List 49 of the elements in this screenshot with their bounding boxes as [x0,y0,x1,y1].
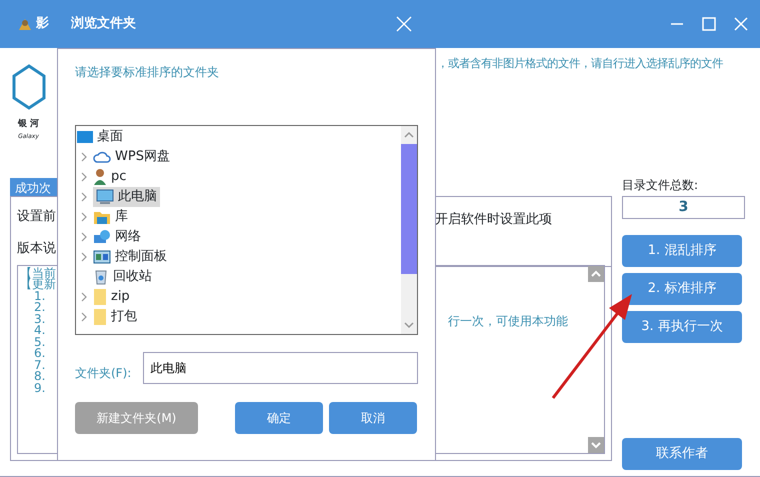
folder-icon [93,288,107,306]
version-label: 版本说 [17,240,56,258]
file-count: 3 [622,196,745,219]
tree-item[interactable]: zip [111,287,130,307]
scrollbar-thumb[interactable] [401,144,417,274]
folder-label: 文件夹(F): [75,365,132,382]
scroll-down-icon[interactable] [588,437,604,453]
tree-item[interactable]: 打包 [111,307,137,327]
folder-field[interactable]: 此电脑 [143,352,418,384]
dialog-title: 浏览文件夹 [71,14,136,34]
user-icon [93,168,107,186]
notice-text: ，或者含有非图片格式的文件，请自行进入选择乱序的文件 [437,55,723,72]
log-line: 2. [33,302,46,314]
hexagon-logo-icon [12,64,46,110]
folder-icon [93,308,107,326]
close-icon[interactable] [396,16,412,32]
log-line: 【更新 [20,279,56,290]
settings-label: 设置前 [17,208,56,226]
desktop-icon [77,130,93,144]
recycle-bin-icon [93,269,109,285]
file-count-label: 目录文件总数: [622,177,700,194]
tree-item[interactable]: 回收站 [113,267,152,287]
log-line: 1. [34,290,46,302]
network-icon [93,229,111,245]
log-line: 7. [33,360,46,371]
library-icon [93,209,111,225]
log-line: 【当前 [20,268,56,279]
log-line: 8. [33,371,46,382]
log-line: 9. [33,382,46,394]
log-line: 4. [33,325,46,336]
tree-item[interactable]: pc [111,167,126,187]
tree-item[interactable]: 控制面板 [115,247,167,267]
maximize-icon[interactable] [702,17,716,31]
tree-item[interactable]: 库 [115,207,128,227]
scroll-up-icon[interactable] [588,266,604,282]
cloud-icon [93,150,111,164]
logo-text: 银 河 [18,118,40,131]
tree-item[interactable]: WPS网盘 [115,147,170,167]
log-line: 3. [33,314,46,325]
log-text: 行一次，可使用本功能 [448,312,568,330]
log-line: 6. [33,348,46,360]
log-line: 5. [33,336,46,348]
tree-item[interactable]: 网络 [115,227,141,247]
monitor-icon [96,189,114,205]
window-title: 影 [36,15,49,34]
prompt-text: 请选择要标准排序的文件夹 [75,64,220,81]
close-icon[interactable] [734,17,748,31]
control-panel-icon [93,249,111,265]
tree-item[interactable]: 桌面 [97,127,123,147]
